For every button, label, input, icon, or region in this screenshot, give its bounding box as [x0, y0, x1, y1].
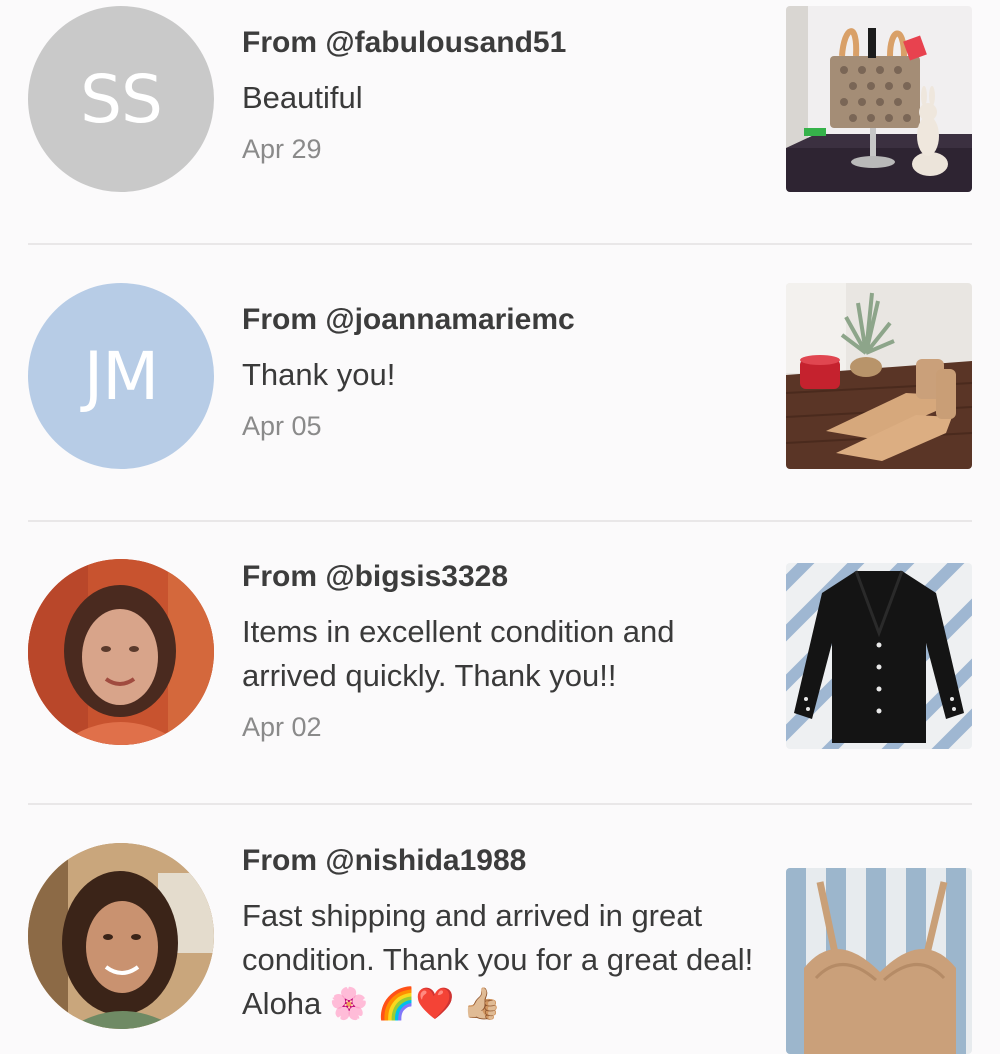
- review-feed: SS From @fabulousand51 Beautiful Apr 29: [0, 0, 1000, 1054]
- avatar[interactable]: [28, 559, 214, 745]
- avatar[interactable]: JM: [28, 283, 214, 469]
- review-date: Apr 02: [242, 712, 322, 742]
- listing-thumbnail[interactable]: [786, 283, 972, 469]
- cardigan-photo-icon: [786, 563, 972, 749]
- reviewer-username[interactable]: From @fabulousand51: [242, 26, 566, 60]
- review-message: Fast shipping and arrived in great condi…: [242, 898, 754, 1021]
- user-photo-icon: [28, 843, 214, 1029]
- reviewer-username[interactable]: From @bigsis3328: [242, 560, 508, 594]
- listing-thumbnail[interactable]: [786, 563, 972, 749]
- review-date: Apr 29: [242, 134, 322, 164]
- review-message: Items in excellent condition and arrived…: [242, 614, 675, 693]
- listing-thumbnail[interactable]: [786, 6, 972, 192]
- divider: [28, 520, 972, 522]
- divider: [28, 243, 972, 245]
- reviewer-username[interactable]: From @joannamariemc: [242, 303, 575, 337]
- avatar[interactable]: [28, 843, 214, 1029]
- reviewer-username[interactable]: From @nishida1988: [242, 844, 526, 878]
- review-message: Thank you!: [242, 357, 396, 392]
- listing-thumbnail[interactable]: [786, 868, 972, 1054]
- user-photo-icon: [28, 559, 214, 745]
- sandals-photo-icon: [786, 283, 972, 469]
- bra-photo-icon: [786, 868, 972, 1054]
- divider: [28, 803, 972, 805]
- avatar[interactable]: SS: [28, 6, 214, 192]
- handbag-photo-icon: [786, 6, 972, 192]
- avatar-initials: JM: [83, 337, 159, 415]
- avatar-initials: SS: [80, 60, 163, 138]
- review-message: Beautiful: [242, 80, 363, 115]
- review-date: Apr 05: [242, 411, 322, 441]
